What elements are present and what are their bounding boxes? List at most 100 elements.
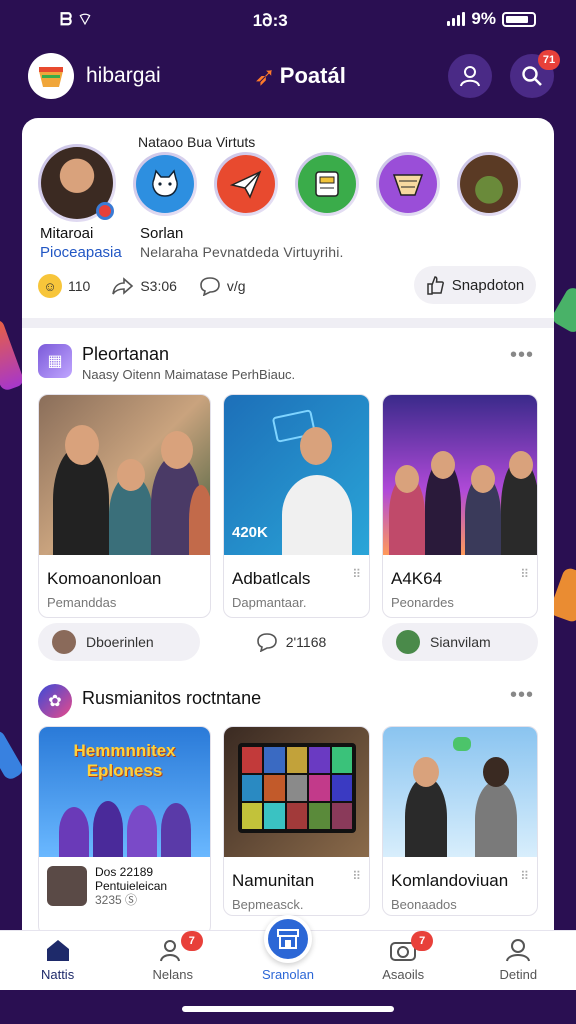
share-stat[interactable]: S3:06: [112, 277, 177, 295]
story-item[interactable]: [133, 152, 197, 216]
tile-row: Komoanonloan Pemanddas 420K Adbatlcals D…: [38, 394, 538, 618]
follow-action[interactable]: Dboerinlen: [38, 623, 200, 661]
share-action[interactable]: Sianvilam: [381, 623, 538, 661]
tile-subtitle: Pemanddas: [47, 595, 117, 610]
status-time: 1𐐀:3: [252, 10, 288, 30]
live-indicator-icon: [96, 202, 114, 220]
comment-count: 2'1168: [285, 634, 327, 650]
profile-name[interactable]: Mitaroai: [40, 225, 93, 242]
comment-stat[interactable]: v/g: [199, 276, 246, 296]
emoji-avatar-icon: ✿: [38, 684, 72, 718]
reaction-count: 110: [68, 278, 91, 294]
grid-dots-icon: ⠿: [352, 869, 361, 883]
top-actions: 71: [448, 50, 560, 98]
more-options-icon[interactable]: •••: [510, 344, 534, 367]
content-tile[interactable]: Komlandoviuan Beonaados ⠿: [382, 726, 538, 916]
story-item[interactable]: [295, 152, 359, 216]
grid-dots-icon: ⠿: [352, 567, 361, 581]
snapshot-button[interactable]: Snapdoton: [414, 266, 536, 304]
feed-card: Nataoo Bua Virtuts Mitaroai Pioceapasia …: [22, 118, 554, 978]
tile-image: [224, 727, 369, 857]
comment-icon: [256, 633, 277, 652]
person-icon: [460, 66, 480, 87]
tab-home[interactable]: Nattis: [10, 937, 106, 982]
avatar: [395, 630, 420, 654]
app-name: hibargai: [86, 64, 161, 87]
grid-dots-icon: ⠿: [520, 869, 529, 883]
tile-image: Hemmnnitex Eploness: [39, 727, 210, 857]
battery-icon: [501, 11, 536, 27]
status-bar: ᗷ ⌔ 1𐐀:3 9%: [0, 0, 576, 38]
status-right: 9%: [447, 9, 536, 29]
share-label: Sianvilam: [429, 634, 491, 650]
section-title: Rusmianitos roctntane: [82, 688, 262, 708]
app-logo[interactable]: [28, 53, 74, 99]
tab-people[interactable]: 7 Nelans: [125, 931, 221, 982]
notification-badge: 71: [538, 50, 560, 70]
avatar: [47, 866, 87, 906]
top-bar: hibargai ➶ Poatál 71: [0, 46, 576, 106]
home-icon: [44, 937, 72, 963]
tab-label: Sranolan: [261, 967, 314, 982]
story-item[interactable]: [214, 152, 278, 216]
comment-action[interactable]: 2'1168: [256, 632, 327, 652]
story-item[interactable]: [457, 152, 521, 216]
banner-text: Hemmnnitex Eploness: [73, 741, 176, 780]
bottom-tab-bar: Nattis 7 Nelans Sranolan 7 Asaoils Detin…: [0, 915, 576, 990]
bowl-icon: [39, 67, 63, 87]
content-tile[interactable]: A4K64 Peonardes ⠿: [382, 394, 538, 618]
tab-camera[interactable]: 7 Asaoils: [355, 931, 451, 982]
more-options-icon[interactable]: •••: [510, 684, 534, 707]
tab-store[interactable]: Sranolan: [240, 915, 336, 982]
meta-line: Pentuieleican: [95, 879, 168, 893]
stories-title: Nataoo Bua Virtuts: [138, 134, 256, 150]
tab-profile[interactable]: Detind: [470, 937, 566, 982]
tab-label: Asaoils: [382, 967, 425, 982]
tile-image: 420K: [224, 395, 369, 555]
divider: [22, 318, 554, 328]
cat-face-icon: [136, 155, 194, 213]
tile-subtitle: Beonaados: [391, 897, 457, 912]
content-tile[interactable]: Komoanonloan Pemanddas: [38, 394, 211, 618]
smile-icon: ☺: [38, 274, 62, 298]
story-avatar-self[interactable]: [38, 144, 116, 222]
search-icon: [522, 66, 542, 86]
basket-icon: [379, 155, 437, 213]
paper-plane-icon: [217, 155, 275, 213]
tile-subtitle: Dapmantaar.: [232, 595, 307, 610]
tile-image: [383, 395, 537, 555]
content-tile[interactable]: 420K Adbatlcals Dapmantaar. ⠿: [223, 394, 370, 618]
stat-row: ☺ 110 S3:06 v/g: [38, 274, 246, 298]
tile-title: A4K64: [391, 569, 443, 588]
tile-title: Komlandoviuan: [391, 871, 509, 890]
share-icon: [112, 277, 134, 295]
signal-icon: [447, 12, 466, 26]
meta-title: Dos 22189: [95, 865, 154, 879]
content-tile[interactable]: Namunitan Bepmeasck. ⠿: [223, 726, 370, 916]
tile-image: [383, 727, 537, 857]
tile-caption: 420K: [232, 524, 268, 541]
tile-row: Hemmnnitex Eploness Dos 22189 Pentuielei…: [38, 726, 538, 936]
share-count: S3:06: [140, 278, 177, 294]
photo-grid-icon: ▦: [38, 344, 72, 378]
tile-title: Adbatlcals: [232, 569, 311, 588]
content-tile[interactable]: Hemmnnitex Eploness Dos 22189 Pentuielei…: [38, 726, 211, 936]
thumbs-up-icon: [426, 276, 444, 295]
status-left: ᗷ ⌔: [60, 9, 93, 29]
group-photo-icon: [460, 155, 518, 213]
home-indicator[interactable]: [182, 1006, 394, 1012]
reaction-stat[interactable]: ☺ 110: [38, 274, 90, 298]
story-label: Sorlan: [140, 225, 184, 242]
meta-line: 3235 Ⓢ: [95, 893, 138, 907]
story-item[interactable]: [376, 152, 440, 216]
profile-subtitle[interactable]: Pioceapasia: [40, 244, 122, 261]
section-subtitle: Naasy Oitenn Maimatase PerhBiauc.: [82, 367, 296, 382]
brand-logo[interactable]: ➶ Poatál: [254, 61, 346, 92]
section-header: ✿ Rusmianitos roctntane: [38, 684, 261, 718]
search-button[interactable]: 71: [510, 50, 560, 98]
tile-subtitle: Bepmeasck.: [232, 897, 304, 912]
follow-label: Dboerinlen: [86, 634, 154, 650]
brand-name: Poatál: [279, 63, 346, 88]
profile-button[interactable]: [448, 54, 492, 98]
grid-dots-icon: ⠿: [520, 567, 529, 581]
